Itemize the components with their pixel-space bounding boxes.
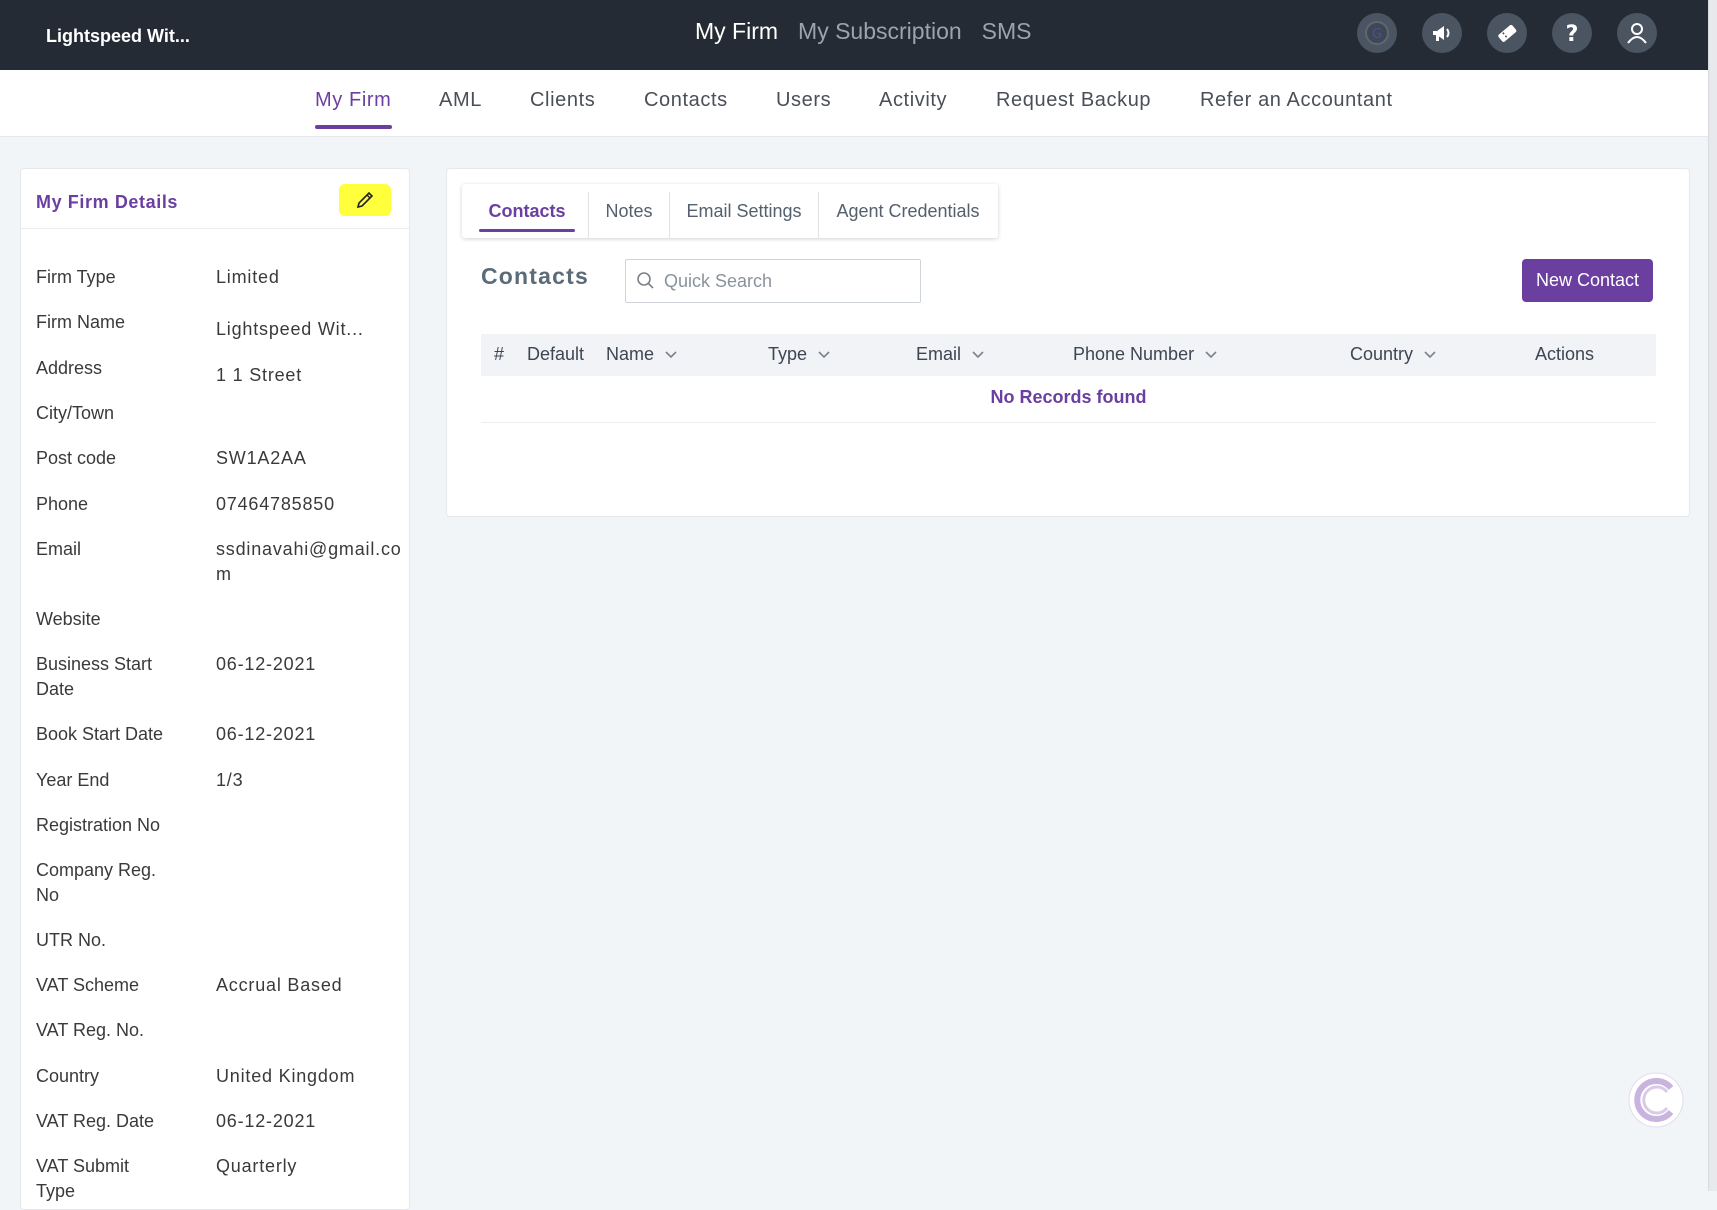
edit-button[interactable]	[339, 184, 391, 216]
field-label: City/Town	[36, 403, 115, 423]
subnav-activity[interactable]: Activity	[879, 89, 947, 112]
subnav-users[interactable]: Users	[776, 89, 831, 112]
top-bar: Lightspeed Wit... My Firm My Subscriptio…	[0, 0, 1708, 70]
field-label: Company Reg. No	[36, 860, 157, 905]
field-value: Lightspeed Wit...	[216, 319, 364, 339]
tab-active-indicator	[479, 229, 575, 232]
chevron-down-icon	[818, 350, 830, 358]
field-label: Post code	[36, 448, 117, 468]
field-label: Firm Name	[36, 312, 125, 332]
field-value: 1/3	[216, 770, 244, 790]
field-label: Email	[36, 539, 82, 559]
firm-details-title: My Firm Details	[36, 192, 179, 212]
top-nav-sms[interactable]: SMS	[982, 18, 1032, 45]
col-label: Phone Number	[1073, 344, 1195, 364]
col-index: #	[494, 344, 505, 364]
chevron-down-icon	[1205, 350, 1217, 358]
svg-text:G: G	[1372, 27, 1382, 42]
field-label: VAT Reg. No.	[36, 1020, 145, 1040]
field-value: 1 1 Street	[216, 365, 303, 385]
secondary-nav: My Firm AML Clients Contacts Users Activ…	[0, 70, 1708, 137]
field-label: Phone	[36, 494, 89, 514]
top-nav-my-firm[interactable]: My Firm	[695, 18, 778, 45]
profile-circle-icon[interactable]: G	[1357, 13, 1397, 53]
field-value: ssdinavahi@gmail.com	[216, 539, 402, 584]
col-actions: Actions	[1535, 344, 1595, 364]
field-label: VAT Reg. Date	[36, 1111, 155, 1131]
field-value: 06-12-2021	[216, 654, 317, 674]
scrollbar[interactable]	[1708, 0, 1717, 1191]
divider	[481, 422, 1656, 423]
field-label: UTR No.	[36, 930, 107, 950]
subnav-clients[interactable]: Clients	[530, 89, 595, 112]
field-label: Website	[36, 609, 101, 629]
top-nav-my-subscription[interactable]: My Subscription	[798, 18, 962, 45]
field-label: Year End	[36, 770, 110, 790]
field-label: VAT Scheme	[36, 975, 140, 995]
support-widget-icon[interactable]	[1627, 1071, 1685, 1129]
col-label: Type	[768, 344, 808, 364]
search-placeholder: Quick Search	[664, 271, 773, 291]
tab-agent-credentials[interactable]: Agent Credentials	[819, 184, 997, 238]
field-label: Registration No	[36, 815, 161, 835]
field-label: Business Start Date	[36, 654, 153, 699]
pencil-icon	[356, 191, 374, 209]
subnav-my-firm[interactable]: My Firm	[315, 89, 391, 112]
col-type[interactable]: Type	[768, 344, 831, 365]
chevron-down-icon	[665, 350, 677, 358]
field-value: 06-12-2021	[216, 724, 317, 744]
tab-bar: Contacts Notes Email Settings Agent Cred…	[462, 184, 998, 238]
col-email[interactable]: Email	[916, 344, 985, 365]
active-tab-indicator	[315, 125, 392, 129]
empty-message: No Records found	[990, 387, 1147, 407]
ticket-icon[interactable]	[1487, 13, 1527, 53]
tab-notes[interactable]: Notes	[589, 184, 669, 238]
top-icons: G ?	[1357, 13, 1657, 53]
top-nav: My Firm My Subscription SMS	[695, 18, 1032, 45]
new-contact-button[interactable]: New Contact	[1522, 259, 1653, 302]
col-name[interactable]: Name	[606, 344, 678, 365]
field-label: Firm Type	[36, 267, 116, 287]
tab-email-settings[interactable]: Email Settings	[670, 184, 818, 238]
chevron-down-icon	[1424, 350, 1436, 358]
field-label: Address	[36, 358, 103, 378]
section-title: Contacts	[481, 263, 590, 289]
subnav-request-backup[interactable]: Request Backup	[996, 89, 1151, 112]
divider	[21, 228, 409, 229]
field-value: 06-12-2021	[216, 1111, 317, 1131]
field-label: VAT Submit Type	[36, 1156, 130, 1201]
field-value: Accrual Based	[216, 975, 343, 995]
search-icon	[637, 272, 654, 289]
subnav-contacts[interactable]: Contacts	[644, 89, 728, 112]
col-label: Name	[606, 344, 655, 364]
col-country[interactable]: Country	[1350, 344, 1437, 365]
field-label: Book Start Date	[36, 724, 164, 744]
col-phone-number[interactable]: Phone Number	[1073, 344, 1218, 365]
field-value: United Kingdom	[216, 1066, 356, 1086]
field-value: 07464785850	[216, 494, 335, 514]
firm-details-panel: My Firm Details Firm Type Limited Firm N…	[20, 168, 410, 1210]
col-label: Country	[1350, 344, 1414, 364]
svg-text:?: ?	[1566, 22, 1579, 45]
user-icon[interactable]	[1617, 13, 1657, 53]
subnav-refer-accountant[interactable]: Refer an Accountant	[1200, 89, 1393, 112]
field-label: Country	[36, 1066, 100, 1086]
field-value: SW1A2AA	[216, 448, 307, 468]
megaphone-icon[interactable]	[1422, 13, 1462, 53]
contacts-card: Contacts Notes Email Settings Agent Cred…	[446, 168, 1690, 517]
field-value: Quarterly	[216, 1156, 298, 1176]
col-label: Email	[916, 344, 962, 364]
table-header: # Default Name Type Email Phone Number C…	[481, 334, 1656, 376]
search-input[interactable]: Quick Search	[625, 259, 921, 303]
field-value: Limited	[216, 267, 280, 287]
help-icon[interactable]: ?	[1552, 13, 1592, 53]
chevron-down-icon	[972, 350, 984, 358]
firm-name-short[interactable]: Lightspeed Wit...	[46, 26, 190, 47]
subnav-aml[interactable]: AML	[439, 89, 482, 112]
col-default: Default	[527, 344, 585, 364]
